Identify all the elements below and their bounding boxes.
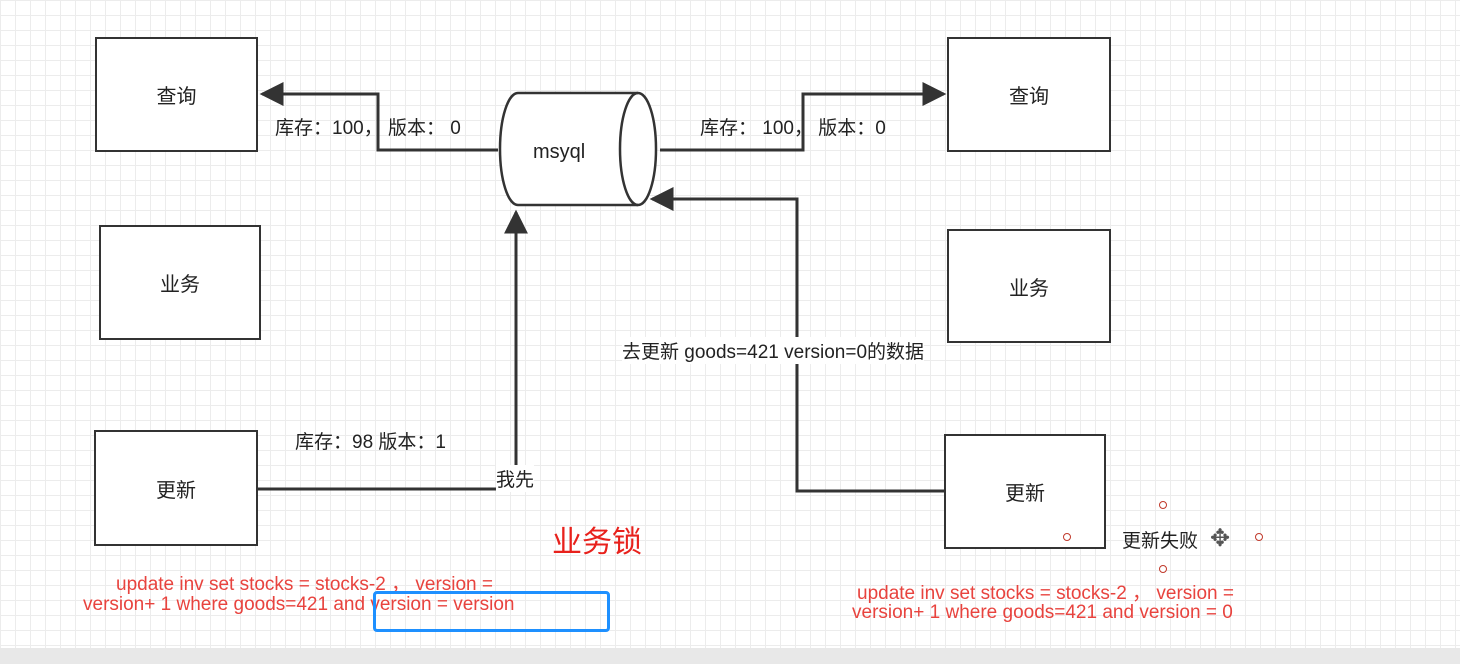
right-query-label: 查询 — [1009, 86, 1049, 108]
left-query-label: 查询 — [156, 86, 197, 108]
left-business-label: 业务 — [160, 274, 200, 296]
left-query-edge-label: 库存：100， 版本： 0 — [275, 118, 461, 139]
right-query-edge-label: 库存： 100， 版本：0 — [700, 118, 886, 139]
right-business-box[interactable]: 业务 — [947, 229, 1111, 343]
version-highlight-box — [373, 591, 610, 632]
right-update-box[interactable]: 更新 — [944, 434, 1106, 549]
selection-handle-right[interactable] — [1255, 533, 1263, 541]
selection-handle-bottom[interactable] — [1159, 565, 1167, 573]
left-update-edge-note: 我先 — [496, 465, 535, 492]
business-lock-title: 业务锁 — [552, 526, 642, 559]
database-label: msyql — [533, 141, 586, 163]
right-query-box[interactable]: 查询 — [947, 37, 1111, 152]
right-update-edge-label: 去更新 goods=421 version=0的数据 — [622, 337, 925, 364]
move-cross-icon: ✥ — [1210, 525, 1231, 552]
right-business-label: 业务 — [1009, 277, 1049, 300]
selection-handle-top[interactable] — [1159, 501, 1167, 509]
bottom-scrollbar[interactable] — [0, 648, 1460, 664]
left-update-edge-label: 库存：98 版本：1 — [295, 432, 446, 453]
right-update-label: 更新 — [1005, 483, 1045, 505]
right-sql-line-1: update inv set stocks = stocks-2 ， versi… — [857, 583, 1235, 604]
left-update-box[interactable]: 更新 — [94, 430, 258, 546]
update-failed-label[interactable]: 更新失败 — [1122, 526, 1198, 553]
left-query-box[interactable]: 查询 — [95, 37, 258, 152]
selection-handle-left[interactable] — [1063, 533, 1071, 541]
right-sql-line-2: version+ 1 where goods=421 and version =… — [852, 602, 1233, 623]
left-business-box[interactable]: 业务 — [99, 225, 261, 340]
left-update-label: 更新 — [156, 479, 196, 502]
